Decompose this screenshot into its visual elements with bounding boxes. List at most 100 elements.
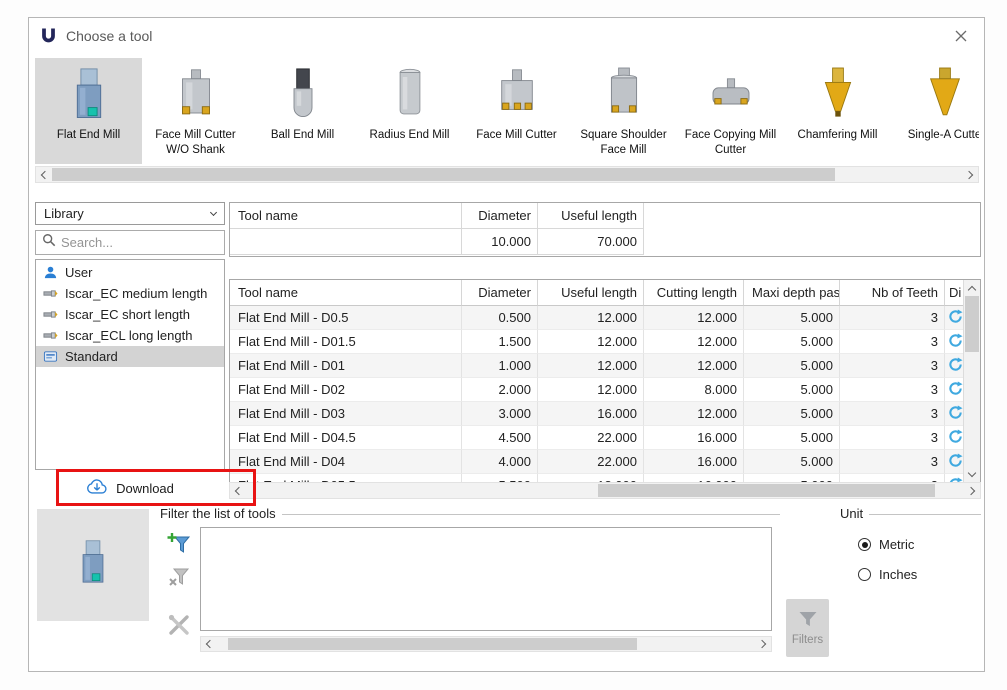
tool-type-single-angle-cutter[interactable]: Single-A Cutte [891,58,979,164]
column-header-cutting-length[interactable]: Cutting length [644,280,744,306]
value-cell: 5.500 [462,474,538,482]
scroll-right-arrow[interactable] [964,483,980,498]
value-cell: 18.000 [538,474,644,482]
tool-type-label: Chamfering Mill [784,128,891,143]
scroll-thumb[interactable] [52,168,835,181]
search-box[interactable] [35,230,225,255]
filter-header-useful-length: Useful length [538,203,644,229]
library-item-label: Standard [65,349,118,364]
tool-settings-button[interactable] [165,611,192,638]
remove-filter-button[interactable] [165,563,192,590]
filter-group: Filter the list of tools [160,505,780,667]
value-cell: 16.000 [538,402,644,426]
value-cell: 5.000 [744,450,840,474]
choose-a-tool-dialog: Choose a tool Flat End MillFace Mill Cut… [28,17,985,672]
user-icon [42,265,58,280]
tool-name-cell: Flat End Mill - D01.5 [230,330,462,354]
library-dropdown[interactable]: Library [35,202,225,225]
value-cell: 3 [840,378,945,402]
filters-button[interactable]: Filters [786,599,829,657]
column-header-di[interactable]: Di [945,280,965,306]
tool-row-flat-end-mill-d0-5[interactable]: Flat End Mill - D0.50.50012.00012.0005.0… [230,306,965,330]
value-cell: 22.000 [538,450,644,474]
tool-type-face-mill-cutter[interactable]: Face Mill Cutter [463,58,570,164]
value-cell: 12.000 [644,330,744,354]
tool-preview-panel [37,509,149,621]
value-cell: 1.500 [462,330,538,354]
search-input[interactable] [61,235,211,250]
column-header-maxi-depth-pass[interactable]: Maxi depth pass [744,280,840,306]
tool-row-flat-end-mill-d04[interactable]: Flat End Mill - D044.00022.00016.0005.00… [230,450,965,474]
tool-type-face-copying-mill-cutter[interactable]: Face Copying Mill Cutter [677,58,784,164]
radio-label: Metric [879,537,914,552]
tool-row-flat-end-mill-d02[interactable]: Flat End Mill - D022.00012.0008.0005.000… [230,378,965,402]
close-icon[interactable] [950,25,972,47]
rotation-icon [948,312,963,327]
unit-radio-inches[interactable]: Inches [858,567,917,582]
column-header-diameter[interactable]: Diameter [462,280,538,306]
standard-library-icon [42,349,58,364]
scroll-left-arrow[interactable] [201,637,217,651]
table-vertical-scrollbar[interactable] [963,280,980,482]
tool-type-face-mill-cutter-wo-shank[interactable]: Face Mill Cutter W/O Shank [142,58,249,164]
download-label: Download [116,481,174,496]
radio-icon [858,538,871,551]
filter-value-cell[interactable]: 10.000 [462,229,538,255]
tool-filter-row: Tool nameDiameterUseful length10.00070.0… [229,202,981,257]
scroll-thumb[interactable] [598,484,935,497]
value-cell: 5.000 [744,402,840,426]
app-logo-icon [41,27,56,45]
ball-end-mill-icon [249,60,356,124]
tool-row-flat-end-mill-d01-5[interactable]: Flat End Mill - D01.51.50012.00012.0005.… [230,330,965,354]
scroll-up-arrow[interactable] [964,280,980,296]
filter-group-label: Filter the list of tools [160,506,276,521]
scroll-left-arrow[interactable] [230,483,246,498]
tool-row-flat-end-mill-d05-5[interactable]: Flat End Mill - D05.55.50018.00016.0005.… [230,474,965,482]
value-cell: 12.000 [644,354,744,378]
filter-list-scrollbar[interactable] [200,636,772,652]
tool-name-cell: Flat End Mill - D02 [230,378,462,402]
tool-name-cell: Flat End Mill - D04 [230,450,462,474]
scroll-right-arrow[interactable] [755,637,771,651]
scroll-thumb[interactable] [965,296,979,352]
scroll-right-arrow[interactable] [962,167,978,182]
tool-type-label: Single-A Cutte [891,128,979,143]
value-cell: 12.000 [644,402,744,426]
table-horizontal-scrollbar[interactable] [229,482,981,499]
tool-strip-scrollbar[interactable] [35,166,979,183]
filter-value-cell[interactable] [230,229,462,255]
scroll-left-arrow[interactable] [36,167,52,182]
unit-radio-metric[interactable]: Metric [858,537,914,552]
table-header-row: Tool nameDiameterUseful lengthCutting le… [230,280,965,306]
scroll-thumb[interactable] [228,638,637,650]
tool-library-icon [42,286,58,301]
download-button[interactable]: Download [35,475,225,501]
tool-type-ball-end-mill[interactable]: Ball End Mill [249,58,356,164]
add-filter-button[interactable] [165,529,192,556]
column-header-useful-length[interactable]: Useful length [538,280,644,306]
library-item-user[interactable]: User [36,262,224,283]
library-item-iscar-ec-medium-length[interactable]: Iscar_EC medium length [36,283,224,304]
filter-value-cell[interactable]: 70.000 [538,229,644,255]
tool-type-radius-end-mill[interactable]: Radius End Mill [356,58,463,164]
tool-row-flat-end-mill-d04-5[interactable]: Flat End Mill - D04.54.50022.00016.0005.… [230,426,965,450]
column-header-nb-of-teeth[interactable]: Nb of Teeth [840,280,945,306]
chevron-down-icon [210,208,217,215]
value-cell: 5.000 [744,378,840,402]
scroll-down-arrow[interactable] [964,466,980,482]
funnel-icon [798,611,818,631]
library-item-iscar-ec-short-length[interactable]: Iscar_EC short length [36,304,224,325]
value-cell: 3.000 [462,402,538,426]
rotation-icon [948,384,963,399]
library-item-iscar-ecl-long-length[interactable]: Iscar_ECL long length [36,325,224,346]
tool-row-flat-end-mill-d03[interactable]: Flat End Mill - D033.00016.00012.0005.00… [230,402,965,426]
library-item-standard[interactable]: Standard [36,346,224,367]
column-header-tool-name[interactable]: Tool name [230,280,462,306]
tool-row-flat-end-mill-d01[interactable]: Flat End Mill - D011.00012.00012.0005.00… [230,354,965,378]
tool-type-square-shoulder-face-mill[interactable]: Square Shoulder Face Mill [570,58,677,164]
tool-type-flat-end-mill[interactable]: Flat End Mill [35,58,142,164]
table-body: Flat End Mill - D0.50.50012.00012.0005.0… [230,306,965,482]
tool-type-chamfering-mill[interactable]: Chamfering Mill [784,58,891,164]
filter-list[interactable] [200,527,772,631]
tool-library-icon [42,328,58,343]
